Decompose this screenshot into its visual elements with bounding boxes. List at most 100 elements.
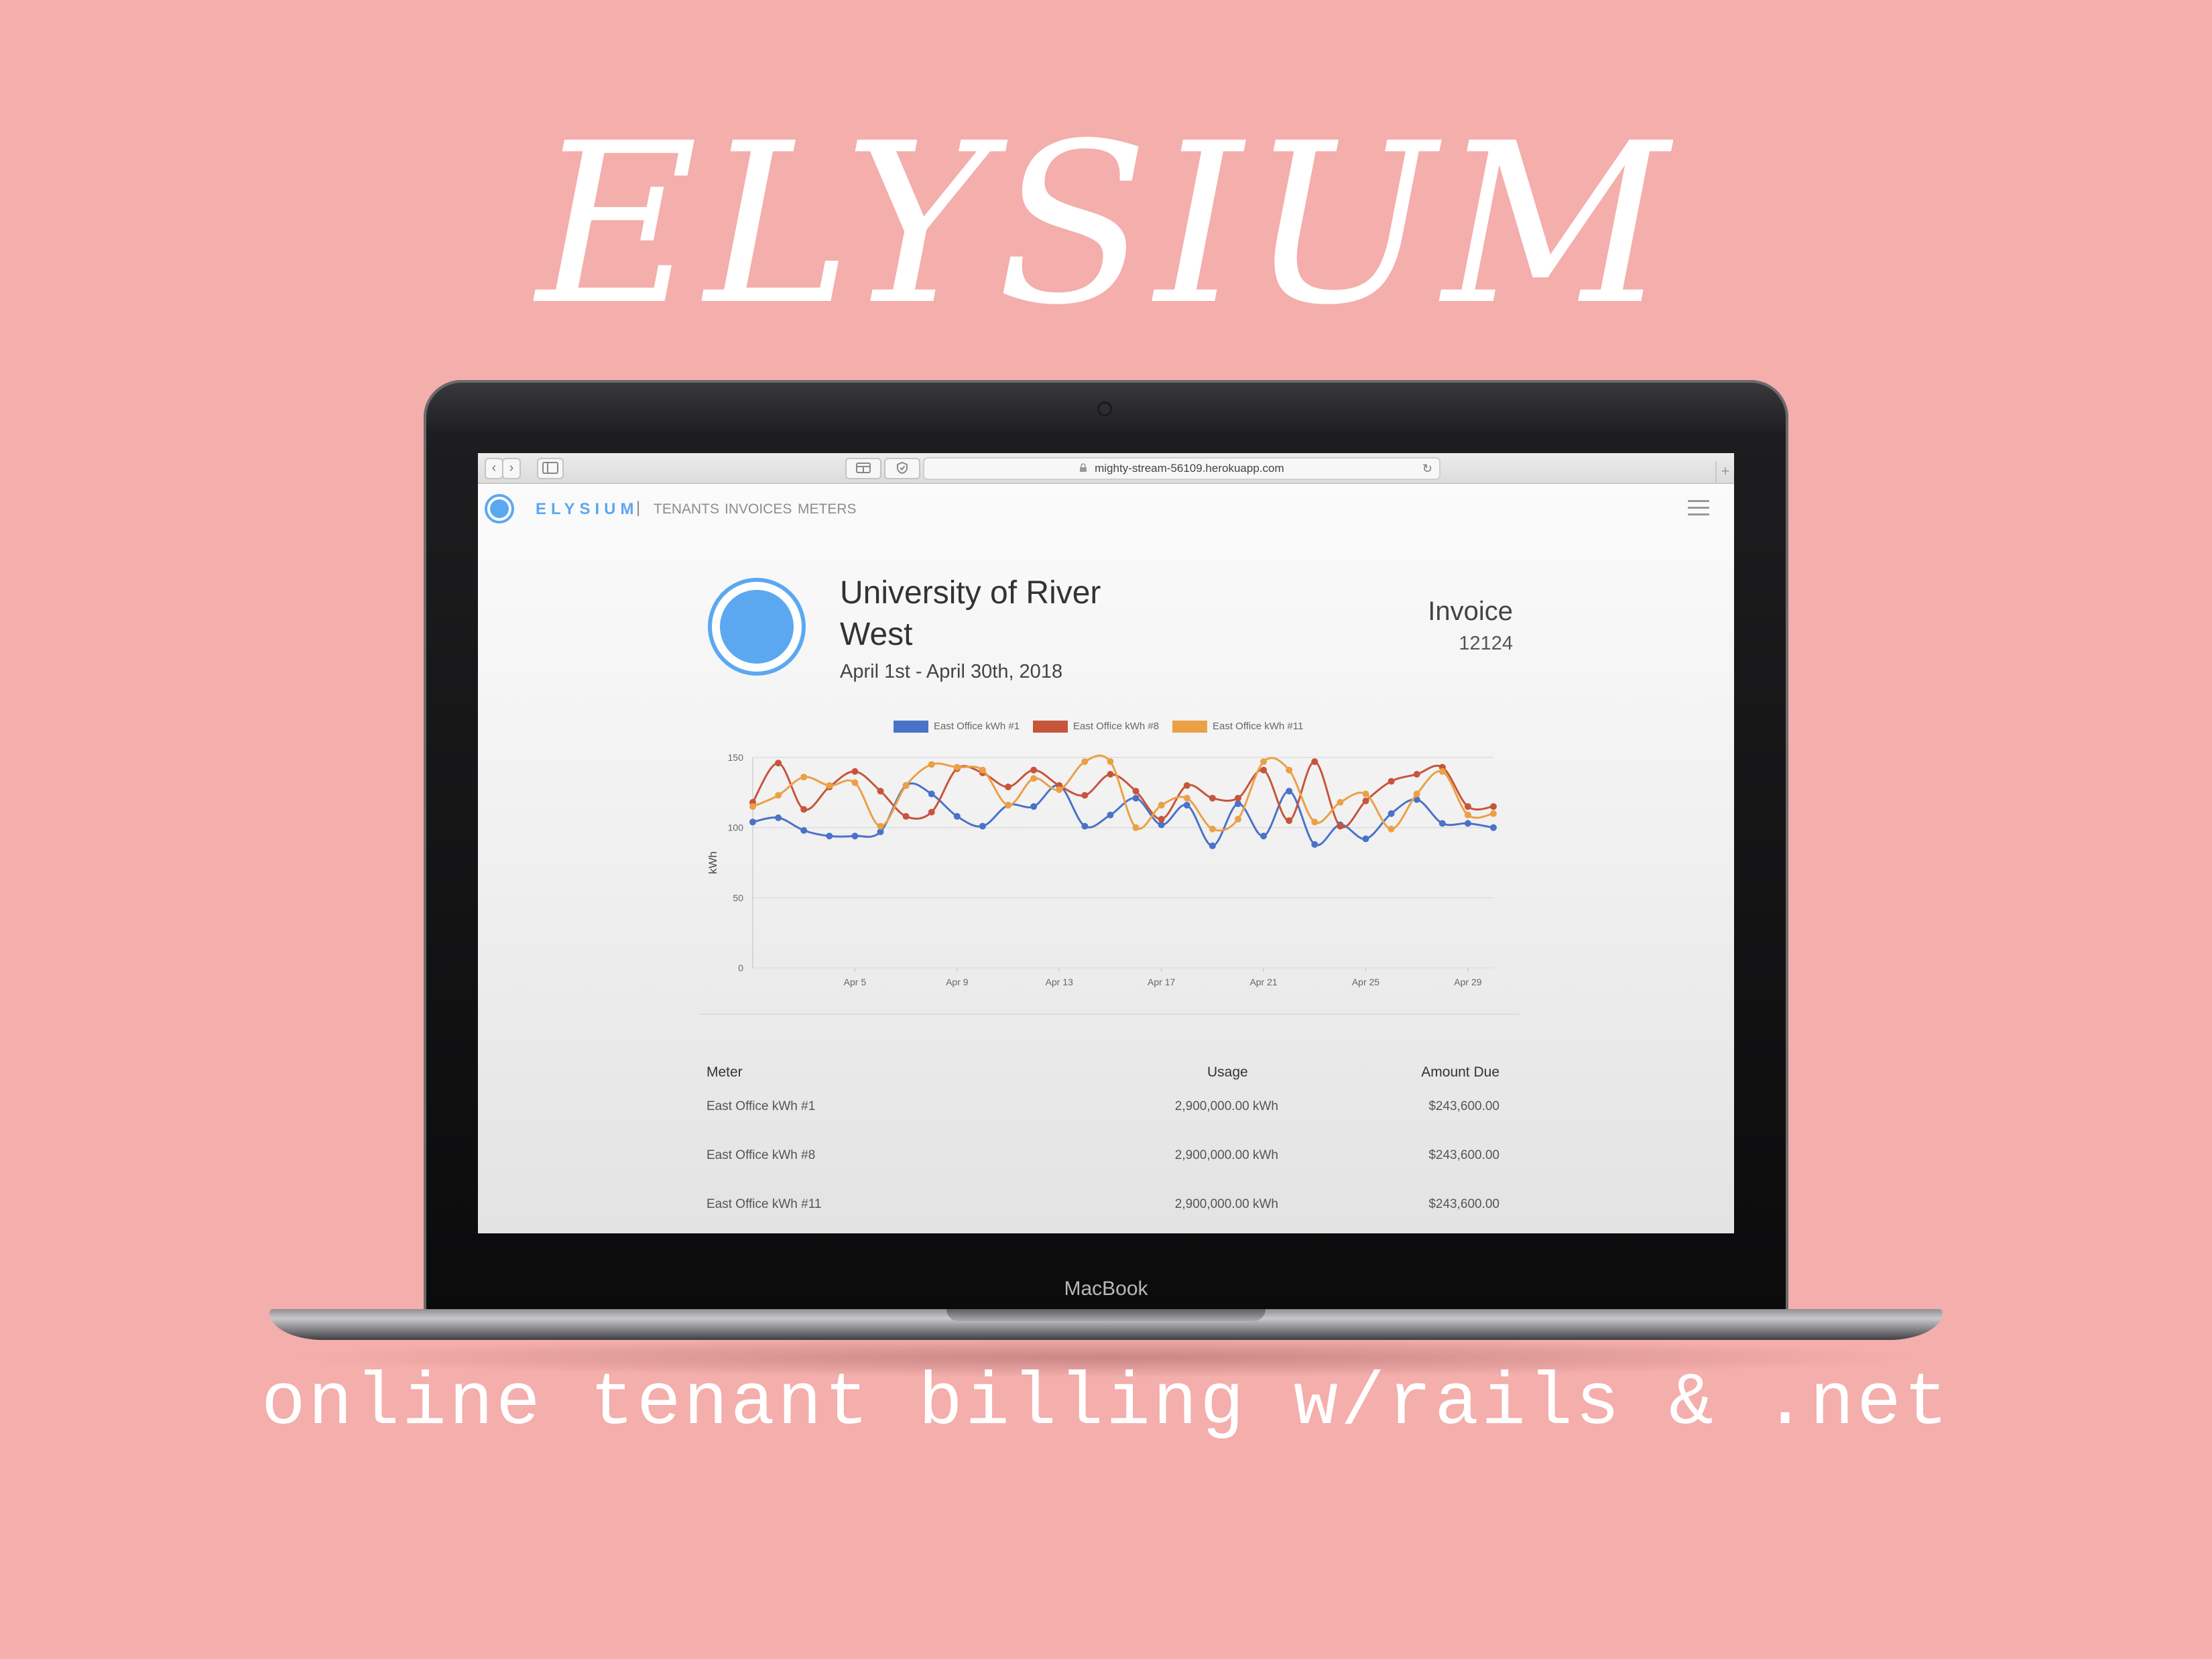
data-point xyxy=(979,766,986,774)
legend-label-1: East Office kWh #1 xyxy=(934,721,1020,732)
table-cell-amount: $243,600.00 xyxy=(1428,1148,1499,1162)
data-point xyxy=(1056,786,1063,794)
legend-item-3[interactable]: East Office kWh #11 xyxy=(1172,720,1303,733)
data-point xyxy=(1005,802,1012,809)
lock-icon xyxy=(1079,462,1095,475)
y-tick-label: 100 xyxy=(728,822,744,833)
data-point xyxy=(775,792,782,799)
data-point xyxy=(902,812,910,820)
tenant-logo-icon xyxy=(708,578,806,676)
x-tick-label: Apr 29 xyxy=(1454,977,1481,987)
data-point xyxy=(1158,816,1165,823)
usage-line-chart: 0 50 100 150 Apr 5 Apr 9 Apr 13 Apr 17 Apr 21 Apr… xyxy=(706,752,1497,987)
menu-icon[interactable] xyxy=(1688,500,1709,516)
laptop-brand: MacBook xyxy=(1064,1278,1148,1300)
data-point xyxy=(1209,825,1216,833)
data-point xyxy=(1183,794,1190,802)
forward-icon[interactable]: › xyxy=(502,458,521,479)
data-point xyxy=(1464,811,1471,818)
data-point xyxy=(800,806,808,813)
data-point xyxy=(1183,802,1190,809)
new-tab-icon[interactable]: + xyxy=(1715,461,1734,483)
data-point xyxy=(1107,758,1114,765)
data-point xyxy=(1362,790,1369,798)
hero-title: ELYSIUM xyxy=(536,96,1676,353)
app-page: ELYSIUM | TENANTS INVOICES METERS Univer… xyxy=(478,484,1734,1233)
app-logo-icon[interactable] xyxy=(485,494,514,524)
data-point xyxy=(1209,842,1216,849)
data-point xyxy=(877,822,884,830)
legend-swatch-1 xyxy=(894,721,928,733)
data-point xyxy=(1413,771,1420,778)
shield-icon[interactable] xyxy=(884,458,920,479)
nav-link-tenants[interactable]: TENANTS xyxy=(654,501,719,517)
data-point xyxy=(1337,798,1344,806)
data-point xyxy=(800,826,808,834)
data-point xyxy=(826,782,833,789)
data-point xyxy=(775,814,782,822)
reload-icon[interactable]: ↻ xyxy=(1422,458,1432,479)
y-axis-label: kWh xyxy=(706,851,719,874)
data-point xyxy=(1388,778,1395,785)
data-point xyxy=(1362,835,1369,843)
data-point xyxy=(1388,825,1395,833)
data-point xyxy=(1081,822,1089,830)
data-point xyxy=(775,759,782,767)
legend-item-1[interactable]: East Office kWh #1 xyxy=(894,720,1020,733)
data-point xyxy=(928,790,935,798)
table-header-meter: Meter xyxy=(706,1064,743,1080)
x-tick-label: Apr 21 xyxy=(1249,977,1277,987)
table-cell-amount: $243,600.00 xyxy=(1428,1099,1499,1113)
url-text: mighty-stream-56109.herokuapp.com xyxy=(1095,462,1284,475)
data-point xyxy=(1081,758,1089,765)
data-point xyxy=(1209,794,1216,802)
data-point xyxy=(1132,794,1140,802)
data-point xyxy=(1438,820,1446,827)
billing-period: April 1st - April 30th, 2018 xyxy=(840,661,1063,682)
data-point xyxy=(826,833,833,840)
nav-link-invoices[interactable]: INVOICES xyxy=(725,501,792,517)
address-bar[interactable]: mighty-stream-56109.herokuapp.com ↻ xyxy=(923,457,1440,480)
data-point xyxy=(1005,783,1012,790)
table-cell-meter[interactable]: East Office kWh #1 xyxy=(706,1099,815,1114)
data-point xyxy=(902,782,910,789)
data-point xyxy=(800,774,808,781)
data-point xyxy=(1260,833,1268,840)
tab-overview-icon[interactable] xyxy=(845,458,881,479)
data-point xyxy=(1388,810,1395,817)
data-point xyxy=(1464,820,1471,827)
data-point xyxy=(1030,803,1038,810)
data-point xyxy=(1081,792,1089,799)
series-line-3 xyxy=(752,754,1494,832)
sidebar-icon[interactable] xyxy=(537,458,564,479)
data-point xyxy=(1490,810,1497,817)
nav-link-meters[interactable]: METERS xyxy=(798,501,857,517)
y-tick-label: 150 xyxy=(728,752,744,763)
table-cell-meter[interactable]: East Office kWh #11 xyxy=(706,1197,821,1212)
data-point xyxy=(1132,788,1140,795)
data-point xyxy=(1260,758,1268,765)
table-cell-usage: 2,900,000.00 kWh xyxy=(1174,1099,1278,1113)
nav-brand[interactable]: ELYSIUM xyxy=(536,500,638,519)
data-point xyxy=(1490,824,1497,831)
table-cell-meter[interactable]: East Office kWh #8 xyxy=(706,1148,815,1163)
legend-label-3: East Office kWh #11 xyxy=(1213,721,1304,732)
data-point xyxy=(1311,758,1318,765)
table-header-amount: Amount Due xyxy=(1421,1064,1499,1080)
x-tick-label: Apr 25 xyxy=(1352,977,1379,987)
data-point xyxy=(1413,790,1420,798)
section-divider xyxy=(699,1013,1520,1015)
data-point xyxy=(1234,816,1241,823)
data-point xyxy=(1311,841,1318,848)
data-point xyxy=(1234,794,1241,802)
table-cell-usage: 2,900,000.00 kWh xyxy=(1174,1148,1278,1162)
legend-item-2[interactable]: East Office kWh #8 xyxy=(1033,720,1159,733)
y-tick-label: 50 xyxy=(733,892,743,903)
tagline: online tenant billing w/rails & .net xyxy=(261,1362,1951,1446)
data-point xyxy=(1464,803,1471,810)
data-point xyxy=(1158,802,1165,809)
back-icon[interactable]: ‹ xyxy=(485,458,503,479)
tenant-name-line2: West xyxy=(840,617,913,652)
data-point xyxy=(877,788,884,795)
invoice-label: Invoice xyxy=(1428,597,1513,626)
